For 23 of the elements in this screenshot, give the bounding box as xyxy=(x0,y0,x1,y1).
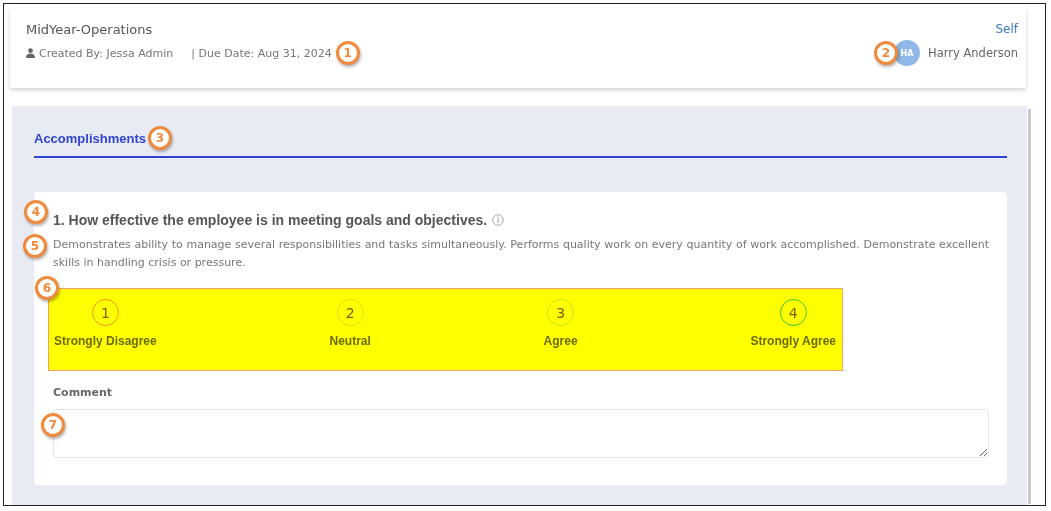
info-icon xyxy=(492,214,505,226)
rating-label: Strongly Agree xyxy=(750,334,836,348)
callout-marker: 2 xyxy=(874,41,898,65)
question-title: 1. How effective the employee is in meeting goals and objectives. xyxy=(53,212,488,228)
tab[interactable]: Accomplishments xyxy=(34,130,146,146)
question-description: Demonstrates ability to manage several responsibilities and tasks simultaneously. Performs quality work on every quantity of work accomplished. Demonstrate excellent skills in handling crisis or pressure. xyxy=(53,237,989,271)
due-date: | Due Date: Aug 31, 2024 xyxy=(191,46,332,60)
rating-label: Agree xyxy=(543,334,578,348)
callout-marker: 5 xyxy=(23,234,47,258)
comment-label: Comment xyxy=(53,386,114,399)
role-label: Self xyxy=(995,22,1018,36)
rating-label: Strongly Disagree xyxy=(54,334,157,348)
callout-marker: 6 xyxy=(35,276,59,300)
callout-marker: 7 xyxy=(41,413,65,437)
callout-marker: 4 xyxy=(24,200,48,224)
user-avatar: HA xyxy=(894,40,920,66)
page-title: MidYear-Operations xyxy=(26,22,154,37)
callout-marker: 3 xyxy=(148,126,172,150)
created-by: Created By: Jessa Admin xyxy=(39,46,174,60)
callout-marker: 1 xyxy=(335,41,360,65)
rating-label: Neutral xyxy=(329,334,371,348)
user-icon xyxy=(26,48,35,58)
user-name: Harry Anderson xyxy=(928,46,1018,60)
